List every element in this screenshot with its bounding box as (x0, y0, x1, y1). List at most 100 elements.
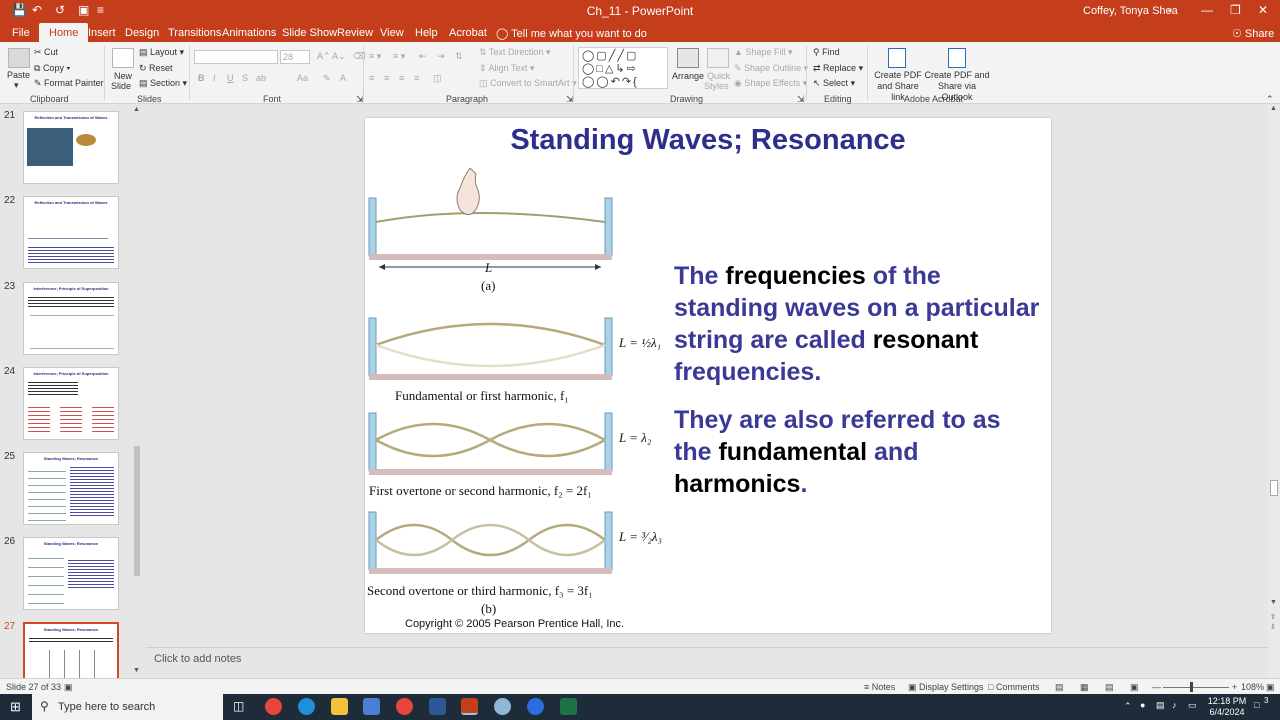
drawing-dialog-launcher-icon[interactable]: ⇲ (797, 94, 805, 105)
strikethrough-button[interactable]: S (242, 73, 248, 83)
reading-view-icon[interactable]: ▤ (1105, 682, 1114, 693)
chrome-profile-icon[interactable] (396, 698, 413, 715)
increase-indent-icon[interactable]: ⇥ (437, 51, 445, 62)
notes-button[interactable]: ≡ Notes (864, 682, 895, 692)
replace-button[interactable]: ⇄ Replace ▾ (813, 63, 863, 74)
minimize-icon[interactable]: — (1201, 3, 1213, 17)
tab-transitions[interactable]: Transitions (168, 27, 221, 39)
text-direction-button[interactable]: ⇅ Text Direction ▾ (479, 47, 550, 58)
tab-insert[interactable]: Insert (88, 27, 116, 39)
font-size-box[interactable]: 28 (280, 50, 310, 64)
store-icon[interactable] (363, 698, 380, 715)
find-button[interactable]: ⚲ Find (813, 47, 840, 58)
windows-start-icon[interactable]: ⊞ (10, 699, 21, 715)
slide[interactable]: Standing Waves; Resonance L (a) L = ½λ₁ … (365, 118, 1051, 633)
clipboard-icon[interactable] (8, 48, 30, 68)
layout-button[interactable]: ▤ Layout ▾ (139, 47, 184, 58)
align-right-icon[interactable]: ≡ (399, 73, 404, 83)
tab-help[interactable]: Help (415, 27, 438, 39)
underline-button[interactable]: U (227, 73, 234, 83)
section-button[interactable]: ▤ Section ▾ (139, 78, 187, 89)
display-settings-button[interactable]: ▣ Display Settings (908, 682, 984, 693)
slide-thumbnail[interactable]: Standing Waves; Resonance (23, 452, 119, 525)
font-color-icon[interactable]: A (340, 73, 346, 83)
user-name[interactable]: Coffey, Tonya Shea (1083, 5, 1178, 17)
tab-acrobat[interactable]: Acrobat (449, 27, 487, 39)
notes-pane[interactable]: Click to add notes (146, 647, 1268, 678)
align-center-icon[interactable]: ≡ (384, 73, 389, 83)
quick-styles-button[interactable]: Quick (707, 71, 730, 81)
microphone-icon[interactable]: ● (1140, 700, 1145, 710)
paste-dropdown-icon[interactable]: ▾ (14, 80, 19, 91)
zoom-out-icon[interactable]: — (1152, 682, 1161, 692)
slide-thumbnail[interactable]: Interference; Principle of Superposition (23, 367, 119, 440)
convert-smartart-button[interactable]: ◫ Convert to SmartArt ▾ (479, 78, 577, 89)
close-icon[interactable]: ✕ (1258, 3, 1268, 17)
fit-to-window-icon[interactable]: ▣ (1266, 682, 1275, 693)
slide-thumbnail-selected[interactable]: Standing Waves; Resonance (23, 622, 119, 678)
ribbon-display-icon[interactable]: ▫ (1168, 3, 1172, 17)
pdf-outlook-icon[interactable] (948, 48, 966, 68)
tray-expand-icon[interactable]: ⌃ (1124, 701, 1132, 712)
tab-review[interactable]: Review (337, 27, 373, 39)
zoom-level[interactable]: 108% (1241, 682, 1264, 692)
format-painter-button[interactable]: ✎ Format Painter (34, 78, 104, 89)
body-paragraph-2[interactable]: They are also referred to as the fundame… (674, 404, 1044, 500)
slide-thumbnail[interactable]: Reflection and Transmission of Waves (23, 111, 119, 184)
tab-design[interactable]: Design (125, 27, 159, 39)
shrink-font-icon[interactable]: A⌄ (332, 51, 346, 62)
normal-view-icon[interactable]: ▤ (1055, 682, 1064, 693)
quick-styles-icon[interactable] (707, 48, 729, 68)
zoom-app-icon[interactable] (527, 698, 544, 715)
select-button[interactable]: ↖ Select ▾ (813, 78, 855, 89)
scroll-down-icon[interactable]: ▼ (1270, 599, 1277, 606)
scroll-down-icon[interactable]: ▼ (133, 667, 140, 674)
task-view-icon[interactable]: ◫ (233, 699, 244, 713)
bullets-icon[interactable]: ≡ ▾ (369, 51, 381, 62)
restore-icon[interactable]: ❐ (1230, 3, 1241, 17)
slide-vertical-scrollbar[interactable]: ▲ ▼ ⇧ ⇩ (1268, 105, 1280, 678)
thumbnail-scrollbar[interactable]: ▲ ▼ (133, 106, 141, 678)
decrease-indent-icon[interactable]: ⇤ (419, 51, 427, 62)
numbering-icon[interactable]: ≡ ▾ (393, 51, 405, 62)
tab-animations[interactable]: Animations (222, 27, 276, 39)
chrome-icon[interactable] (265, 698, 282, 715)
shape-fill-button[interactable]: ▲ Shape Fill ▾ (734, 47, 792, 58)
italic-button[interactable]: I (213, 73, 216, 83)
reset-button[interactable]: ↻ Reset (139, 63, 173, 74)
slide-thumbnail[interactable]: Interference; Principle of Superposition (23, 282, 119, 355)
copy-button[interactable]: ⧉ Copy ▾ (34, 63, 70, 74)
tab-file[interactable]: File (12, 27, 30, 39)
align-text-button[interactable]: ⇕ Align Text ▾ (479, 63, 534, 74)
scroll-up-icon[interactable]: ▲ (1270, 105, 1277, 112)
shape-effects-button[interactable]: ◉ Shape Effects ▾ (734, 78, 807, 89)
font-name-box[interactable] (194, 50, 278, 64)
highlight-color-icon[interactable]: ✎ (323, 73, 331, 84)
powerpoint-icon[interactable] (461, 698, 478, 715)
clock-date[interactable]: 6/4/2024 (1204, 707, 1250, 717)
notification-icon[interactable]: □ (1254, 700, 1259, 710)
bold-button[interactable]: B (198, 73, 205, 83)
change-case-button[interactable]: Aa (297, 73, 308, 83)
accessibility-icon[interactable]: ▣ (64, 682, 73, 693)
taskbar-search-box[interactable]: ⚲ Type here to search (32, 694, 223, 720)
scroll-up-icon[interactable]: ▲ (133, 106, 140, 113)
justify-icon[interactable]: ≡ (414, 73, 419, 83)
arrange-icon[interactable] (677, 48, 699, 68)
zoom-in-icon[interactable]: + (1232, 682, 1237, 692)
next-slide-icon[interactable]: ⇩ (1270, 623, 1276, 631)
line-spacing-icon[interactable]: ⇅ (455, 51, 463, 62)
tell-me-box[interactable]: ◯ Tell me what you want to do (496, 27, 647, 40)
zoom-slider-thumb[interactable] (1190, 682, 1193, 692)
columns-icon[interactable]: ◫ (433, 73, 442, 84)
grow-font-icon[interactable]: A⌃ (317, 51, 331, 62)
slide-scroll-thumb[interactable] (1270, 480, 1278, 496)
paste-button[interactable]: Paste (7, 70, 30, 80)
pdf-share-link-icon[interactable] (888, 48, 906, 68)
shapes-gallery[interactable]: ◯▢╱╱▢ ◯□△↳⇨ ◯◯↶↷{ (578, 47, 668, 89)
battery-icon[interactable]: ▭ (1188, 700, 1197, 711)
edge-icon[interactable] (298, 698, 315, 715)
word-icon[interactable] (429, 698, 446, 715)
body-paragraph-1[interactable]: The frequencies of the standing waves on… (674, 260, 1044, 388)
new-slide-button[interactable]: New (114, 71, 132, 81)
